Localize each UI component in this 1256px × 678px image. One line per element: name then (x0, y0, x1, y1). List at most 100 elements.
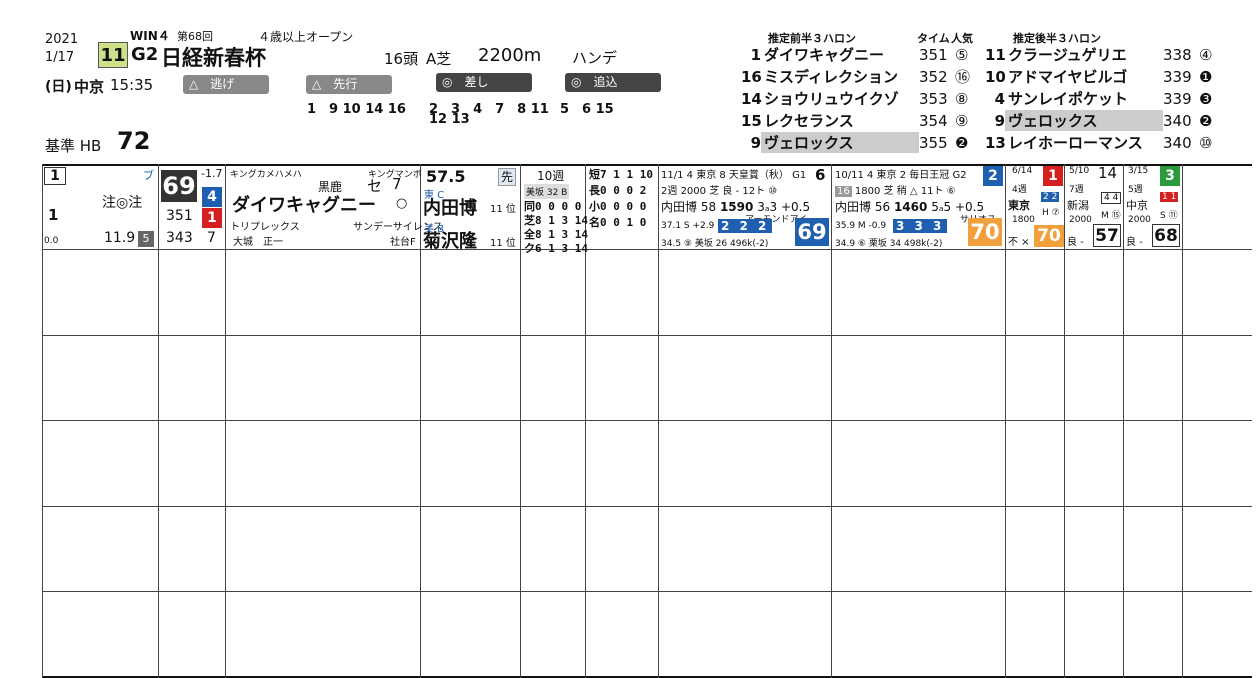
jockey-rank: 11 位 (490, 204, 516, 215)
form2-header: 10/11 4 東京 2 毎日王冠 G2 (835, 170, 967, 181)
form1-header: 11/1 4 東京 8 天皇賞（秋） G1 (661, 170, 807, 181)
prediction-marks: 注◎注 (102, 195, 143, 211)
back3f-horse-name: アドマイヤビルゴ (1008, 68, 1128, 86)
form3-weeks: 4週 (1012, 185, 1027, 195)
form5-corners: 1 1 (1160, 192, 1179, 202)
form1-lap-back: 34.5 ⑨ 美坂 26 496k(-2) (661, 239, 769, 249)
front3f-popularity: ⑨ (955, 112, 969, 130)
race-name: 日経新春杯 (161, 46, 266, 70)
record-stat: 小0 0 0 0 (589, 200, 647, 213)
front3f-row: 14 ショウリュウイクゾ 353 ⑧ (741, 88, 986, 109)
front3f-horse-name: ヴェロックス (761, 132, 919, 153)
distance: 2200m (478, 45, 542, 66)
running-style: 先 (498, 168, 516, 186)
pace-nige-label: △ 逃げ (183, 75, 269, 94)
pace-sashi-horses: 5 6 15 (560, 102, 614, 117)
waku-number: 1 (44, 167, 66, 185)
front3f-horse-number: 1 (750, 46, 761, 64)
front3f-popularity: ❷ (955, 134, 969, 152)
record-stat: 短7 1 1 10 (589, 168, 653, 181)
points: 0.0 (44, 236, 59, 246)
base-value: 72 (117, 127, 151, 155)
form4-weeks: 7週 (1069, 185, 1084, 195)
back3f-horse-name: ヴェロックス (1005, 110, 1163, 131)
form4-date: 5/10 (1069, 166, 1090, 176)
form4-venue: 新潟 (1067, 199, 1089, 212)
index-sub-rank-1: 4 (202, 187, 222, 207)
front3f-horse-number: 14 (741, 90, 762, 108)
form3-going: 不 × (1008, 237, 1030, 248)
form4-position: 14 (1098, 164, 1118, 182)
form5-weeks: 5週 (1128, 185, 1143, 195)
form5-figure: 68 (1152, 224, 1180, 247)
pace-sashi-label: ◎ 差し (436, 73, 532, 92)
back3f-horse-number: 10 (985, 68, 1006, 86)
horse-name[interactable]: ダイワキャグニー (232, 191, 376, 217)
back3f-horse-number: 13 (985, 134, 1006, 152)
course-type: A芝 (426, 50, 452, 68)
age: 7 (392, 175, 402, 193)
form2-position: 2 (983, 166, 1003, 186)
front3f-horse-name: ミスディレクション (764, 68, 898, 86)
record-stat: ク6 1 3 14 (524, 242, 588, 255)
form3-pace: H ⑦ (1042, 208, 1060, 218)
base-label: 基準 HB (45, 137, 102, 155)
front3f-time: 354 (919, 112, 948, 130)
race-date: 1/17 (45, 50, 75, 65)
front3f-row: 15 レクセランス 354 ⑨ (741, 110, 986, 131)
sire: キングカメハメハ (230, 170, 302, 180)
pace-senko-label: △ 先行 (306, 75, 392, 94)
form4-pace: M ⑮ (1101, 211, 1121, 221)
form1-corner-positions: 2 2 2 (718, 219, 773, 233)
form5-position: 3 (1160, 166, 1180, 186)
race-grade: G2 (131, 44, 159, 65)
back3f-popularity: ❶ (1199, 68, 1213, 86)
popularity: 5 (138, 231, 154, 247)
front3f-popularity: ⑧ (955, 90, 969, 108)
back3f-row: 9 ヴェロックス 340 ❷ (985, 110, 1230, 131)
form3-distance: 1800 (1012, 215, 1035, 225)
back3f-row: 13 レイホーローマンス 340 ⑩ (985, 132, 1230, 153)
form4-distance: 2000 (1069, 215, 1092, 225)
back3f-row: 4 サンレイポケット 339 ❸ (985, 88, 1230, 109)
index-diff: -1.7 (201, 167, 223, 180)
front3f-row: 16 ミスディレクション 352 ⑯ (741, 66, 986, 87)
front3f-row: 9 ヴェロックス 355 ❷ (741, 132, 986, 153)
front3f-row: 1 ダイワキャグニー 351 ⑤ (741, 44, 986, 65)
form3-figure: 70 (1034, 225, 1064, 247)
trainer[interactable]: 菊沢隆 (423, 227, 477, 253)
trainer-rank: 11 位 (490, 238, 516, 249)
owner: 大城 正一 (233, 237, 283, 248)
form3-venue: 東京 (1008, 199, 1030, 212)
index-rank: 7 (207, 230, 216, 246)
blinker-mark: ブ (143, 169, 154, 182)
form1-figure: 69 (795, 218, 829, 246)
form2-corner-positions: 3 3 3 (893, 219, 948, 233)
back3f-row: 11 クラージュゲリエ 338 ④ (985, 44, 1230, 65)
back3f-horse-number: 11 (985, 46, 1006, 64)
back3f-row: 10 アドマイヤビルゴ 339 ❶ (985, 66, 1230, 87)
front3f-horse-number: 16 (741, 68, 762, 86)
handicap-label: ハンデ (572, 49, 618, 67)
form5-date: 3/15 (1128, 166, 1149, 176)
form3-date: 6/14 (1012, 166, 1033, 176)
back3f-popularity: ④ (1199, 46, 1213, 64)
pace-nige-horses: 1 9 10 14 16 (307, 102, 406, 117)
index-sub-rank-2: 1 (202, 208, 222, 228)
form2-figure: 70 (968, 218, 1002, 246)
race-number: 11 (98, 42, 128, 68)
front3f-time: 355 (919, 134, 948, 152)
form4-going: 良 - (1067, 237, 1084, 248)
pace-oikomi-label: ◎ 追込 (565, 73, 661, 92)
jockey[interactable]: 内田博 (423, 194, 477, 220)
speed-index: 69 (161, 170, 197, 202)
front3f-horse-number: 15 (741, 112, 762, 130)
form5-pace: S ⑪ (1160, 211, 1178, 221)
front3f-horse-name: ダイワキャグニー (764, 46, 885, 64)
form5-venue: 中京 (1126, 199, 1148, 212)
back3f-horse-number: 4 (994, 90, 1005, 108)
win-odds: 11.9 (104, 230, 136, 246)
back3f-time: 340 (1163, 112, 1192, 130)
back3f-time: 340 (1163, 134, 1192, 152)
pace-senko-horses-2: 12 13 (429, 112, 470, 127)
